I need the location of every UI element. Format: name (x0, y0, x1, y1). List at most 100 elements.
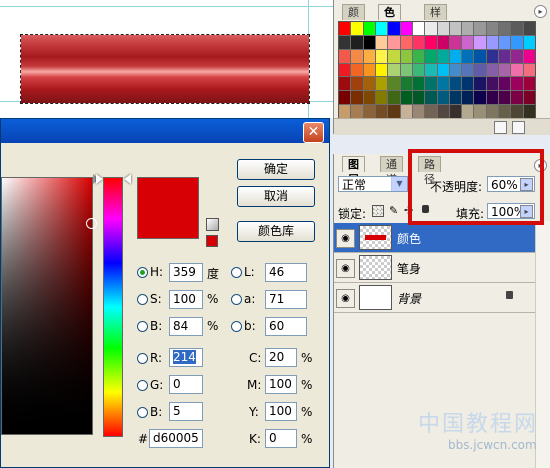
color-libraries-button[interactable]: 颜色库 (237, 221, 315, 242)
swatch-cell[interactable] (388, 77, 400, 91)
swatch-cell[interactable] (375, 22, 388, 35)
swatch-cell[interactable] (511, 63, 523, 77)
swatch-cell[interactable] (351, 91, 363, 105)
document-canvas[interactable] (0, 0, 333, 118)
eye-icon[interactable]: ◉ (336, 259, 355, 278)
black-field[interactable]: 0 (265, 429, 297, 448)
swatch-cell[interactable] (486, 22, 499, 35)
swatch-cell[interactable] (388, 91, 400, 105)
swatch-cell[interactable] (400, 49, 412, 63)
swatch-cell[interactable] (339, 63, 351, 77)
swatch-cell[interactable] (339, 91, 351, 105)
swatch-cell[interactable] (437, 105, 449, 118)
swatch-cell[interactable] (363, 35, 375, 49)
swatch-cell[interactable] (449, 77, 462, 91)
swatch-cell[interactable] (388, 22, 400, 35)
ok-button[interactable]: 确定 (237, 159, 315, 180)
eye-icon[interactable]: ◉ (336, 229, 355, 248)
hue-slider-right-arrow-icon[interactable] (124, 174, 131, 184)
hue-slider[interactable] (103, 177, 123, 437)
swatch-cell[interactable] (363, 63, 375, 77)
swatch-cell[interactable] (425, 22, 437, 35)
magenta-field[interactable]: 100 (265, 375, 297, 394)
dialog-titlebar[interactable]: ✕ (1, 119, 329, 143)
swatch-cell[interactable] (351, 22, 363, 35)
swatch-cell[interactable] (474, 22, 486, 35)
swatch-cell[interactable] (388, 49, 400, 63)
swatch-cell[interactable] (425, 49, 437, 63)
swatch-cell[interactable] (486, 77, 499, 91)
swatch-cell[interactable] (363, 91, 375, 105)
swatch-cell[interactable] (499, 49, 511, 63)
cancel-button[interactable]: 取消 (237, 186, 315, 207)
hue-slider-left-arrow-icon[interactable] (96, 174, 103, 184)
swatch-cell[interactable] (523, 35, 535, 49)
swatch-cell[interactable] (437, 49, 449, 63)
swatch-cell[interactable] (412, 77, 425, 91)
swatch-cell[interactable] (351, 77, 363, 91)
lab-b-field[interactable]: 60 (265, 317, 307, 336)
swatch-cell[interactable] (449, 35, 462, 49)
swatch-cell[interactable] (474, 91, 486, 105)
swatch-cell[interactable] (425, 77, 437, 91)
layer-row-pen-body[interactable]: ◉ 笔身 (334, 253, 535, 283)
swatch-cell[interactable] (351, 63, 363, 77)
swatch-cell[interactable] (486, 91, 499, 105)
swatch-cell[interactable] (449, 91, 462, 105)
swatch-cell[interactable] (351, 35, 363, 49)
swatch-cell[interactable] (412, 91, 425, 105)
swatch-cell[interactable] (449, 105, 462, 118)
lab-l-field[interactable]: 46 (265, 263, 307, 282)
swatch-cell[interactable] (474, 49, 486, 63)
swatch-cell[interactable] (449, 49, 462, 63)
swatch-cell[interactable] (486, 105, 499, 118)
swatch-cell[interactable] (400, 77, 412, 91)
eye-icon[interactable]: ◉ (336, 289, 355, 308)
swatch-cell[interactable] (462, 35, 474, 49)
brightness-field[interactable]: 84 (169, 317, 203, 336)
swatch-cell[interactable] (449, 22, 462, 35)
color-field-cursor[interactable] (86, 218, 97, 229)
swatch-cell[interactable] (412, 22, 425, 35)
radio-lab-b[interactable] (231, 321, 242, 332)
swatch-cell[interactable] (523, 77, 535, 91)
swatch-cell[interactable] (511, 91, 523, 105)
tab-styles[interactable]: 样式 (424, 4, 447, 34)
swatch-cell[interactable] (462, 22, 474, 35)
swatch-cell[interactable] (363, 77, 375, 91)
blend-mode-select[interactable]: 正常 ▼ (338, 176, 408, 192)
swatch-cell[interactable] (412, 63, 425, 77)
tab-color[interactable]: 颜色 (342, 4, 365, 34)
radio-blue[interactable] (137, 407, 148, 418)
swatch-cell[interactable] (499, 91, 511, 105)
lock-brush-icon[interactable]: ✎ (389, 204, 398, 217)
swatch-cell[interactable] (425, 105, 437, 118)
saturation-field[interactable]: 100 (169, 290, 203, 309)
swatch-cell[interactable] (462, 77, 474, 91)
yellow-field[interactable]: 100 (265, 402, 297, 421)
swatch-cell[interactable] (511, 22, 523, 35)
swatch-cell[interactable] (499, 35, 511, 49)
swatch-cell[interactable] (474, 63, 486, 77)
swatch-cell[interactable] (449, 63, 462, 77)
swatch-cell[interactable] (462, 63, 474, 77)
swatch-cell[interactable] (412, 49, 425, 63)
swatch-cell[interactable] (339, 49, 351, 63)
swatch-cell[interactable] (437, 35, 449, 49)
swatch-cell[interactable] (363, 49, 375, 63)
hex-field[interactable]: d60005 (149, 429, 203, 448)
swatch-cell[interactable] (511, 77, 523, 91)
swatch-cell[interactable] (499, 105, 511, 118)
swatch-cell[interactable] (400, 105, 412, 118)
swatch-cell[interactable] (486, 63, 499, 77)
swatch-cell[interactable] (523, 63, 535, 77)
swatch-cell[interactable] (375, 77, 388, 91)
delete-swatch-icon[interactable] (512, 121, 525, 134)
swatch-cell[interactable] (437, 77, 449, 91)
blue-field[interactable]: 5 (169, 402, 203, 421)
swatch-cell[interactable] (400, 91, 412, 105)
lock-transparency-icon[interactable] (372, 205, 384, 217)
layer-row-background[interactable]: ◉ 背景 (334, 283, 535, 313)
layer-row-color[interactable]: ◉ 颜色 (334, 223, 535, 253)
swatches-menu-icon[interactable]: ▸ (534, 5, 547, 18)
